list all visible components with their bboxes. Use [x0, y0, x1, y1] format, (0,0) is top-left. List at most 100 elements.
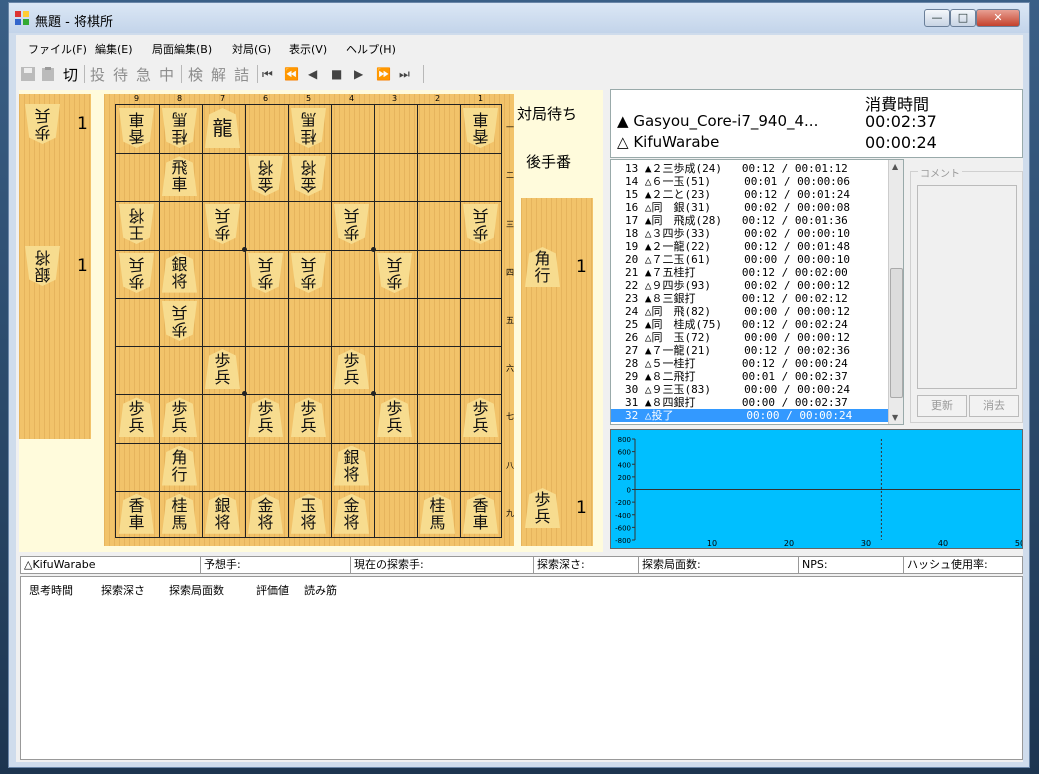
shogi-piece[interactable]: 角行	[525, 247, 560, 287]
shogi-piece[interactable]: 桂馬	[420, 493, 455, 534]
grid-line	[116, 442, 501, 444]
shogi-piece[interactable]: 銀将	[25, 246, 60, 286]
shogi-piece[interactable]: 香車	[463, 493, 498, 534]
move-list-scrollbar[interactable]: ▲ ▼	[888, 160, 903, 424]
grid-line	[417, 105, 418, 537]
shogi-piece[interactable]: 桂馬	[291, 108, 326, 148]
shogi-piece[interactable]: 歩兵	[162, 397, 197, 438]
move-row[interactable]: 23 ▲８三銀打 00:12 / 00:02:12	[611, 292, 902, 305]
shogi-piece[interactable]: 香車	[119, 493, 154, 534]
clear-button[interactable]: 消去	[969, 395, 1019, 417]
rank-label: 三	[506, 219, 514, 229]
maximize-button[interactable]: □	[950, 9, 976, 27]
move-row[interactable]: 19 ▲２一龍(22) 00:12 / 00:01:48	[611, 240, 902, 253]
back-icon[interactable]: ◀	[308, 67, 317, 81]
move-row[interactable]: 17 ▲同 飛成(28) 00:12 / 00:01:36	[611, 214, 902, 227]
shogi-piece[interactable]: 歩兵	[205, 349, 240, 390]
move-row[interactable]: 16 △同 銀(31) 00:02 / 00:00:08	[611, 201, 902, 214]
menu-help[interactable]: ヘルプ(H)	[346, 41, 396, 57]
shogi-piece[interactable]: 歩兵	[463, 397, 498, 438]
stop-icon[interactable]: ■	[331, 67, 342, 81]
shogi-piece[interactable]: 飛車	[162, 156, 197, 197]
think-column-header[interactable]: 探索深さ	[101, 582, 145, 598]
engine-status-cell: 現在の探索手:	[351, 557, 534, 573]
shogi-piece[interactable]: 角行	[162, 445, 197, 486]
shogi-piece[interactable]: 歩兵	[291, 253, 326, 293]
think-column-header[interactable]: 評価値	[256, 582, 289, 598]
shogi-piece[interactable]: 桂馬	[162, 108, 197, 148]
comment-textarea[interactable]	[917, 185, 1017, 389]
shogi-piece[interactable]: 歩兵	[25, 104, 60, 144]
move-row[interactable]: 25 ▲同 桂成(75) 00:12 / 00:02:24	[611, 318, 902, 331]
move-row[interactable]: 27 ▲７一龍(21) 00:12 / 00:02:36	[611, 344, 902, 357]
hurry-button[interactable]: 急	[136, 64, 151, 85]
move-row[interactable]: 14 △６一玉(51) 00:01 / 00:00:06	[611, 175, 902, 188]
move-row[interactable]: 21 ▲７五桂打 00:12 / 00:02:00	[611, 266, 902, 279]
mate-button[interactable]: 詰	[234, 64, 249, 85]
graph-y-tick-label: -200	[615, 499, 631, 507]
thinking-panel: 思考時間 探索深さ 探索局面数 評価値 読み筋	[20, 576, 1023, 760]
shogi-piece[interactable]: 玉将	[291, 493, 326, 534]
think-column-header[interactable]: 思考時間	[29, 582, 73, 598]
move-row[interactable]: 30 △９三玉(83) 00:00 / 00:00:24	[611, 383, 902, 396]
move-row[interactable]: 26 △同 玉(72) 00:00 / 00:00:12	[611, 331, 902, 344]
shogi-piece[interactable]: 銀将	[162, 252, 197, 293]
move-row[interactable]: 29 ▲８二飛打 00:01 / 00:02:37	[611, 370, 902, 383]
shogi-piece[interactable]: 香車	[463, 108, 498, 148]
move-row[interactable]: 22 △９四歩(93) 00:02 / 00:00:12	[611, 279, 902, 292]
shogi-piece[interactable]: 歩兵	[248, 397, 283, 438]
move-row[interactable]: 13 ▲２三歩成(24) 00:12 / 00:01:12	[611, 162, 902, 175]
shogi-piece[interactable]: 銀将	[334, 445, 369, 486]
shogi-piece[interactable]: 歩兵	[248, 253, 283, 293]
resign-button[interactable]: 投	[90, 64, 105, 85]
move-row[interactable]: 31 ▲８四銀打 00:00 / 00:02:37	[611, 396, 902, 409]
move-row[interactable]: 18 △３四歩(33) 00:02 / 00:00:10	[611, 227, 902, 240]
minimize-button[interactable]: —	[924, 9, 950, 27]
shogi-piece[interactable]: 香車	[119, 108, 154, 148]
close-button[interactable]: ✕	[976, 9, 1020, 27]
update-button[interactable]: 更新	[917, 395, 967, 417]
shogi-piece[interactable]: 歩兵	[119, 397, 154, 438]
menu-game[interactable]: 対局(G)	[232, 41, 271, 57]
shogi-piece[interactable]: 歩兵	[525, 488, 560, 528]
menu-edit[interactable]: 編集(E)	[95, 41, 133, 57]
menu-file[interactable]: ファイル(F)	[28, 41, 87, 57]
shogi-piece[interactable]: 歩兵	[162, 301, 197, 341]
shogi-piece[interactable]: 歩兵	[119, 253, 154, 293]
first-move-icon[interactable]: ⏮	[262, 67, 273, 82]
move-list[interactable]: 13 ▲２三歩成(24) 00:12 / 00:01:12 14 △６一玉(51)…	[610, 159, 904, 425]
shogi-piece[interactable]: 歩兵	[291, 397, 326, 438]
paste-icon[interactable]	[40, 66, 56, 82]
back-ten-icon[interactable]: ⏪	[284, 67, 299, 81]
wait-button[interactable]: 待	[113, 64, 128, 85]
last-move-icon[interactable]: ⏭	[399, 67, 410, 82]
shogi-piece[interactable]: 歩兵	[334, 349, 369, 390]
think-column-header[interactable]: 読み筋	[304, 582, 337, 598]
forward-ten-icon[interactable]: ⏩	[376, 67, 391, 81]
scroll-down-icon[interactable]: ▼	[892, 413, 898, 422]
scroll-up-icon[interactable]: ▲	[892, 162, 898, 171]
shogi-piece[interactable]: 銀将	[205, 493, 240, 534]
forward-icon[interactable]: ▶	[354, 67, 363, 81]
save-icon[interactable]	[20, 66, 36, 82]
menu-view[interactable]: 表示(V)	[289, 41, 327, 57]
shogi-piece[interactable]: 歩兵	[377, 397, 412, 438]
move-row[interactable]: 28 △５一桂打 00:12 / 00:00:24	[611, 357, 902, 370]
shogi-piece[interactable]: 金将	[334, 493, 369, 534]
analyze-button[interactable]: 解	[211, 64, 226, 85]
shogi-piece[interactable]: 桂馬	[162, 493, 197, 534]
cut-button[interactable]: 切	[63, 64, 78, 85]
shogi-piece[interactable]: 金将	[248, 493, 283, 534]
stop-button[interactable]: 中	[159, 64, 174, 85]
move-row[interactable]: 20 △７二玉(61) 00:00 / 00:00:10	[611, 253, 902, 266]
shogi-piece[interactable]: 龍	[205, 108, 240, 148]
think-column-header[interactable]: 探索局面数	[169, 582, 224, 598]
shogi-piece[interactable]: 歩兵	[377, 253, 412, 293]
study-button[interactable]: 検	[188, 64, 203, 85]
move-row[interactable]: 24 △同 飛(82) 00:00 / 00:00:12	[611, 305, 902, 318]
move-row[interactable]: 15 ▲２二と(23) 00:12 / 00:01:24	[611, 188, 902, 201]
title-bar[interactable]: 無題 - 将棋所 — □ ✕	[9, 3, 1029, 33]
scroll-thumb[interactable]	[890, 268, 903, 398]
move-row[interactable]: 32 △投了 00:00 / 00:00:24	[611, 409, 902, 422]
menu-position-edit[interactable]: 局面編集(B)	[152, 41, 212, 57]
